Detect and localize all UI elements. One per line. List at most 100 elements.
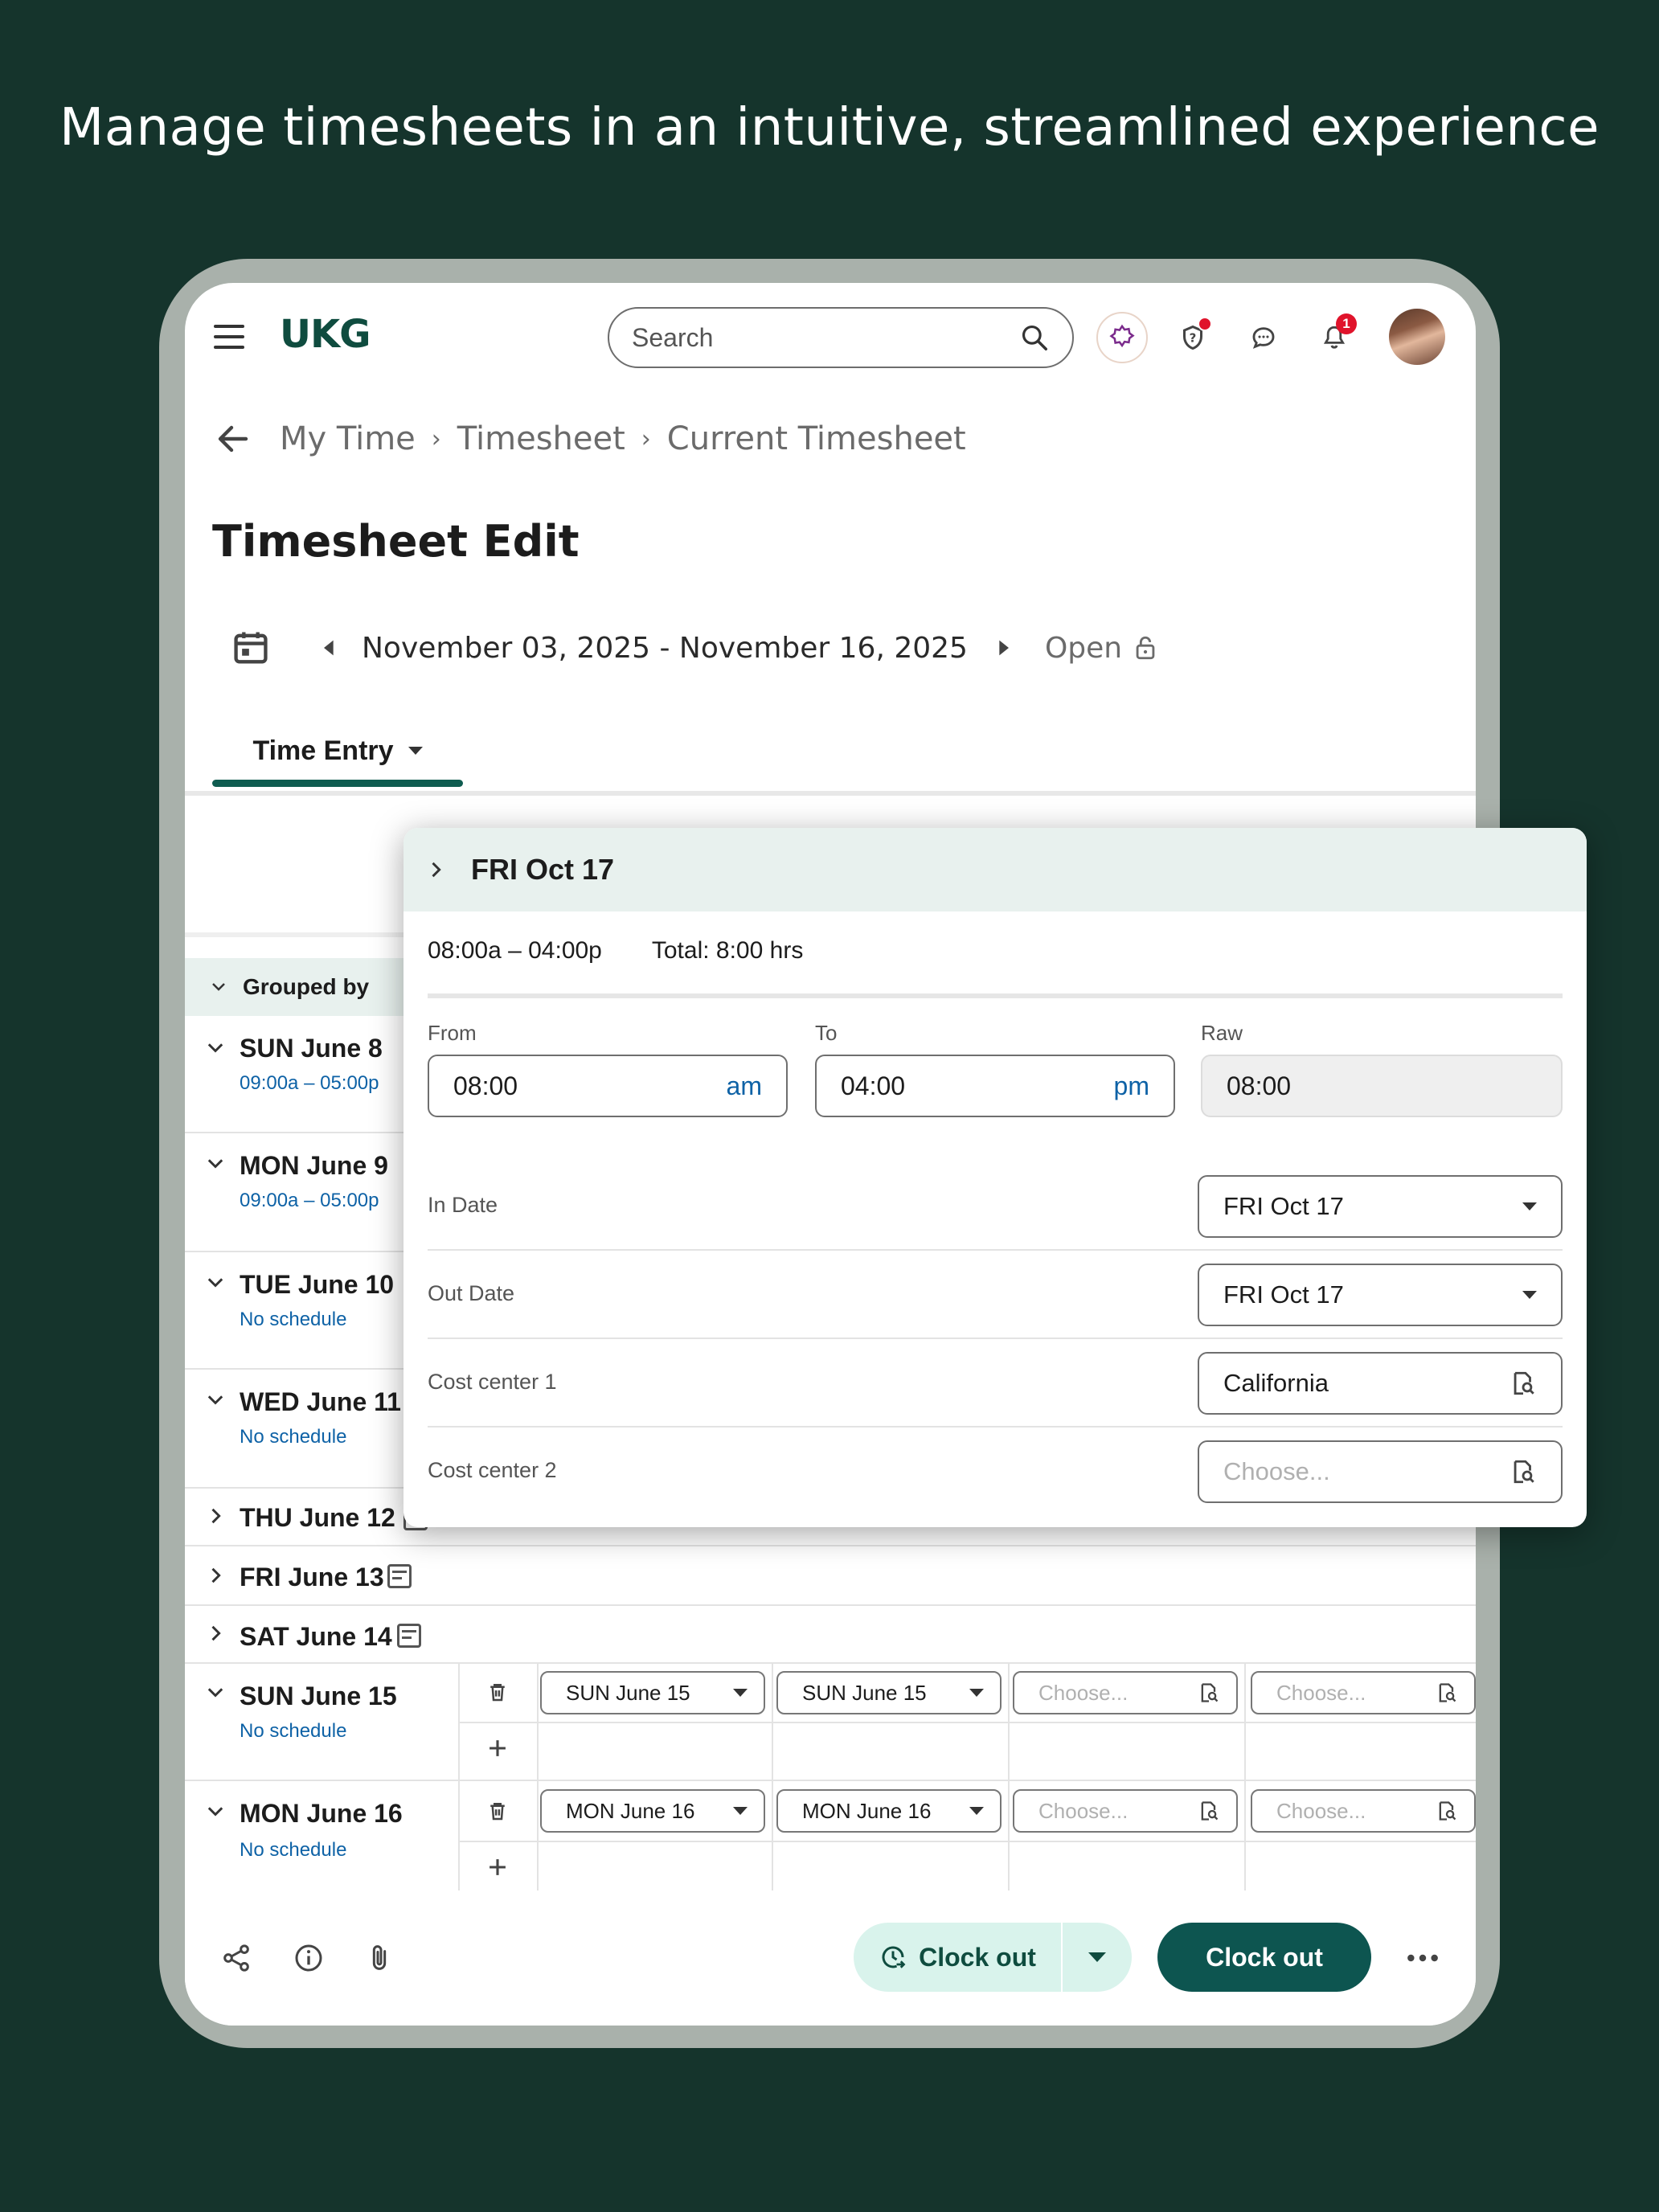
grid-line <box>1008 1781 1010 1899</box>
day-name: SUN June 8 <box>240 1034 383 1063</box>
out-date-select[interactable]: SUN June 15 <box>776 1671 1002 1714</box>
clock-out-button[interactable]: Clock out <box>1157 1923 1371 1992</box>
divider <box>428 1249 1563 1251</box>
search-placeholder: Search <box>632 322 714 352</box>
to-time-field[interactable]: 04:00 pm <box>815 1055 1175 1117</box>
in-date-select[interactable]: MON June 16 <box>540 1789 765 1833</box>
raw-value: 08:00 <box>1227 1071 1292 1100</box>
search-list-icon <box>1201 1683 1219 1702</box>
tab-time-entry[interactable]: Time Entry <box>212 717 463 784</box>
cost-center-1-select[interactable]: Choose... <box>1013 1671 1238 1714</box>
popup-summary: 08:00a – 04:00p Total: 8:00 hrs <box>428 937 803 965</box>
from-meridiem[interactable]: am <box>727 1071 762 1101</box>
to-meridiem[interactable]: pm <box>1114 1071 1149 1101</box>
period-range: November 03, 2025 - November 16, 2025 <box>362 631 968 665</box>
popup-time-range: 08:00a – 04:00p <box>428 937 602 964</box>
cost-center-1-select[interactable]: Choose... <box>1013 1789 1238 1833</box>
chat-icon <box>1252 327 1275 349</box>
day-name: TUE June 10 <box>240 1270 395 1299</box>
day-schedule: 09:00a – 05:00p <box>240 1072 379 1094</box>
chat-button[interactable] <box>1238 312 1289 363</box>
trash-icon[interactable] <box>485 1680 510 1704</box>
in-date-select[interactable]: FRI Oct 17 <box>1198 1175 1563 1238</box>
chevron-down-icon <box>1522 1202 1537 1210</box>
headline: Manage timesheets in an intuitive, strea… <box>59 98 1600 158</box>
chevron-down-icon <box>207 1043 223 1053</box>
day-row[interactable]: SAT June 14 <box>185 1606 1476 1664</box>
out-date-select[interactable]: FRI Oct 17 <box>1198 1264 1563 1326</box>
tab-indicator <box>212 780 463 787</box>
breadcrumb-my-time[interactable]: My Time <box>280 420 416 457</box>
chevron-down-icon <box>212 983 225 991</box>
day-name: MON June 9 <box>240 1151 388 1180</box>
out-date-select[interactable]: MON June 16 <box>776 1789 1002 1833</box>
search-list-icon[interactable] <box>1509 1458 1537 1485</box>
sparkle-badge-icon <box>1109 324 1135 348</box>
out-date-value: FRI Oct 17 <box>1223 1280 1344 1309</box>
search-list-icon <box>1439 1683 1456 1702</box>
out-date-value: SUN June 15 <box>802 1680 927 1705</box>
in-date-value: MON June 16 <box>566 1798 695 1823</box>
out-date-value: MON June 16 <box>802 1798 932 1823</box>
from-time-field[interactable]: 08:00 am <box>428 1055 788 1117</box>
breadcrumb-current-timesheet[interactable]: Current Timesheet <box>667 420 966 457</box>
cost-center-2-select[interactable]: Choose... <box>1251 1789 1476 1833</box>
cost-center-2-select[interactable]: Choose... <box>1251 1671 1476 1714</box>
next-period-icon[interactable] <box>992 637 1014 659</box>
menu-icon[interactable] <box>214 322 244 352</box>
cost-center-1-label: Cost center 1 <box>428 1370 557 1394</box>
add-icon[interactable] <box>484 1854 511 1881</box>
cost-center-1-field[interactable]: California <box>1198 1352 1563 1415</box>
clock-out-secondary-button[interactable]: Clock out <box>854 1923 1061 1992</box>
breadcrumb-timesheet[interactable]: Timesheet <box>457 420 625 457</box>
notifications-button[interactable]: 1 <box>1309 312 1360 363</box>
search-list-icon[interactable] <box>1509 1370 1537 1397</box>
back-arrow-icon[interactable] <box>214 420 252 458</box>
day-name: SUN June 15 <box>240 1682 397 1710</box>
period-status: Open <box>1044 631 1123 665</box>
previous-period-icon[interactable] <box>318 637 341 659</box>
attachment-icon[interactable] <box>363 1942 395 1974</box>
chevron-down-icon[interactable] <box>204 1800 227 1823</box>
cost-center-1-value: California <box>1223 1369 1329 1397</box>
svg-text:?: ? <box>1190 330 1197 345</box>
cost-center-2-label: Cost center 2 <box>428 1458 557 1482</box>
grid-line <box>1244 1781 1246 1899</box>
in-date-select[interactable]: SUN June 15 <box>540 1671 765 1714</box>
day-row: SUN June 15 No schedule SUN June 15 SUN … <box>185 1664 1476 1781</box>
breadcrumb: My Time › Timesheet › Current Timesheet <box>214 416 966 461</box>
more-icon[interactable] <box>1405 1947 1440 1969</box>
trash-icon[interactable] <box>485 1799 510 1823</box>
to-label: To <box>815 1021 838 1045</box>
search-icon <box>1022 325 1047 350</box>
in-date-label: In Date <box>428 1193 498 1217</box>
chevron-down-icon[interactable] <box>204 1682 227 1704</box>
chevron-right-icon <box>211 1625 221 1641</box>
calendar-icon[interactable] <box>230 627 272 669</box>
share-icon[interactable] <box>220 1942 252 1974</box>
grid-line <box>537 1781 539 1899</box>
clock-out-secondary-label: Clock out <box>919 1942 1036 1972</box>
add-icon[interactable] <box>484 1735 511 1762</box>
day-name: THU June 12 <box>240 1503 395 1532</box>
chevron-down-icon <box>408 747 423 755</box>
chevron-right-icon: › <box>641 424 651 453</box>
chevron-down-icon <box>1522 1291 1537 1299</box>
clock-out-options-button[interactable] <box>1063 1923 1132 1992</box>
day-row[interactable]: FRI June 13 <box>185 1546 1476 1606</box>
help-badge <box>1198 317 1212 331</box>
chevron-right-icon: › <box>431 424 441 453</box>
chevron-down-icon <box>969 1689 984 1697</box>
grid-line <box>458 1841 1476 1842</box>
avatar[interactable] <box>1389 309 1445 365</box>
day-schedule: 09:00a – 05:00p <box>240 1190 379 1211</box>
cost-center-2-field[interactable]: Choose... <box>1198 1440 1563 1503</box>
period-selector: November 03, 2025 - November 16, 2025 Op… <box>230 624 1159 672</box>
day-schedule: No schedule <box>240 1839 347 1861</box>
search-input[interactable]: Search <box>608 307 1074 368</box>
help-button[interactable]: ? <box>1167 312 1219 363</box>
info-icon[interactable] <box>293 1942 325 1974</box>
popup-header[interactable]: FRI Oct 17 <box>403 828 1587 911</box>
ai-assistant-button[interactable] <box>1096 312 1148 363</box>
chevron-down-icon <box>207 1395 223 1405</box>
